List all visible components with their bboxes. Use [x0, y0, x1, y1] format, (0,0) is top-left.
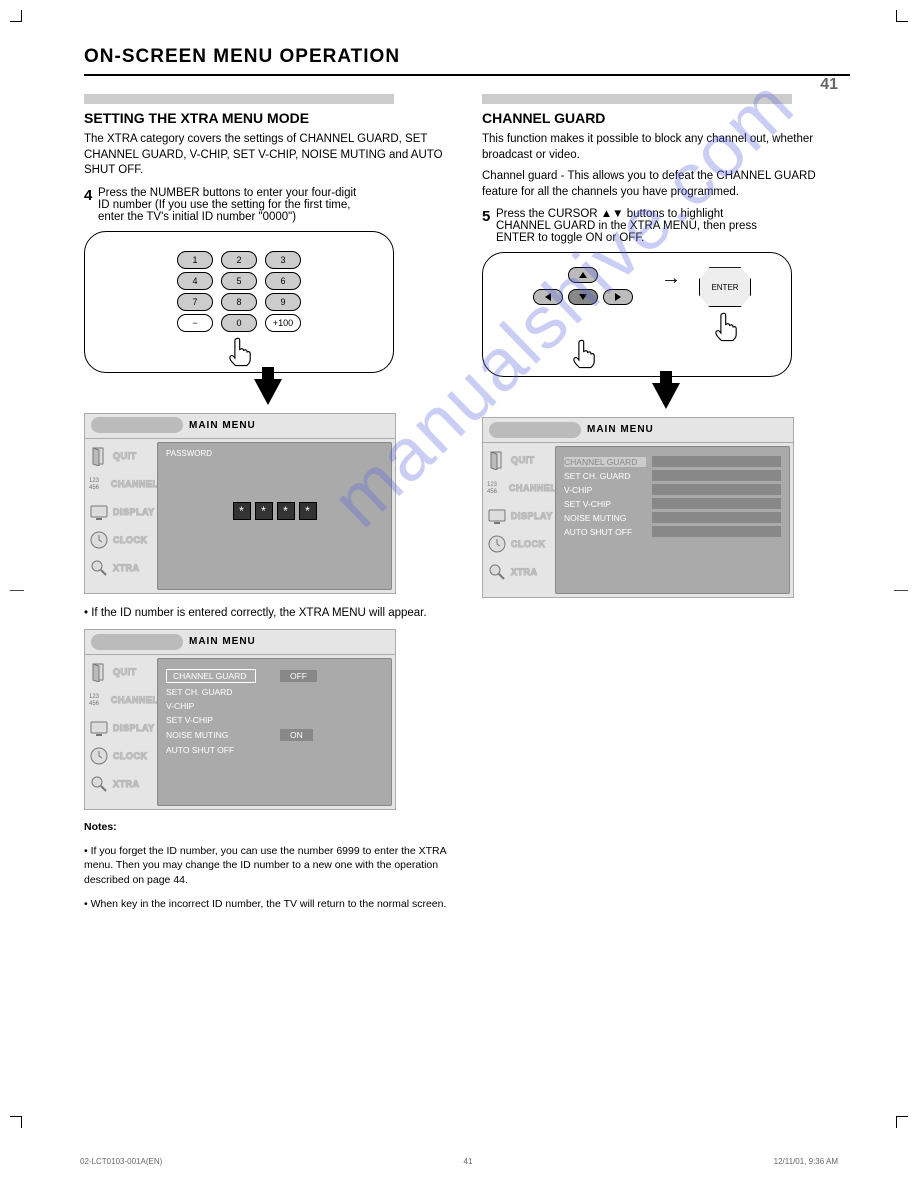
- enter-button[interactable]: ENTER: [699, 267, 751, 307]
- arrow-down-icon: [254, 379, 282, 405]
- cursor-left[interactable]: [533, 289, 563, 305]
- key-6[interactable]: 6: [265, 272, 301, 290]
- left-intro: The XTRA category covers the settings of…: [84, 132, 452, 179]
- remote-keypad: 1 2 3 4 5 6 7 8 9 −: [84, 231, 394, 373]
- magnifier-icon: [87, 557, 111, 579]
- arrow-right-icon: →: [661, 267, 681, 290]
- svg-text:456: 456: [89, 485, 100, 491]
- key-plus100[interactable]: +100: [265, 314, 301, 332]
- right-subtitle: CHANNEL GUARD: [482, 110, 850, 126]
- svg-text:123: 123: [89, 694, 100, 700]
- key-3[interactable]: 3: [265, 251, 301, 269]
- svg-text:123: 123: [89, 478, 100, 484]
- svg-text:456: 456: [487, 489, 498, 495]
- pw-digit: *: [233, 502, 251, 520]
- footer: 02-LCT0103-001A(EN) 41 12/11/01, 9:36 AM: [0, 1157, 918, 1166]
- svg-text:123: 123: [487, 482, 498, 488]
- cursor-up[interactable]: [568, 267, 598, 283]
- menu-password: MAIN MENU QUIT 123456CHANNEL DISPLAY CLO…: [84, 413, 396, 594]
- pointing-hand-icon: [569, 338, 597, 370]
- key-7[interactable]: 7: [177, 293, 213, 311]
- key-5[interactable]: 5: [221, 272, 257, 290]
- pw-digit: *: [255, 502, 273, 520]
- page-number: 41: [820, 76, 838, 94]
- arrow-down-icon: [652, 383, 680, 409]
- clock-icon: [87, 529, 111, 551]
- step-4: 4Press the NUMBER buttons to enter your …: [84, 187, 452, 223]
- key-0[interactable]: 0: [221, 314, 257, 332]
- pointing-hand-icon: [225, 336, 253, 368]
- step-5: 5Press the CURSOR ▲▼ buttons to highligh…: [482, 208, 850, 244]
- key-8[interactable]: 8: [221, 293, 257, 311]
- door-icon: [87, 445, 111, 467]
- cursor-right[interactable]: [603, 289, 633, 305]
- left-subtitle: SETTING THE XTRA MENU MODE: [84, 110, 452, 126]
- left-column: SETTING THE XTRA MENU MODE The XTRA cate…: [84, 94, 452, 911]
- right-column: CHANNEL GUARD This function makes it pos…: [482, 94, 850, 911]
- key-4[interactable]: 4: [177, 272, 213, 290]
- pw-digit: *: [299, 502, 317, 520]
- pointing-hand-icon: [711, 311, 739, 343]
- menu-xtra: MAIN MENU QUIT 123456CHANNEL DISPLAY CLO…: [84, 629, 396, 810]
- numbers-icon: 123456: [87, 473, 109, 495]
- menu-channel-guard: MAIN MENU QUIT 123456CHANNEL DISPLAY CLO…: [482, 417, 794, 598]
- key-2[interactable]: 2: [221, 251, 257, 269]
- key-1[interactable]: 1: [177, 251, 213, 269]
- svg-text:456: 456: [89, 701, 100, 707]
- pw-digit: *: [277, 502, 295, 520]
- key-minus[interactable]: −: [177, 314, 213, 332]
- page-title: ON-SCREEN MENU OPERATION: [84, 36, 850, 74]
- cursor-down[interactable]: [568, 289, 598, 305]
- monitor-icon: [87, 501, 111, 523]
- key-9[interactable]: 9: [265, 293, 301, 311]
- remote-dpad: → ENTER: [482, 252, 792, 377]
